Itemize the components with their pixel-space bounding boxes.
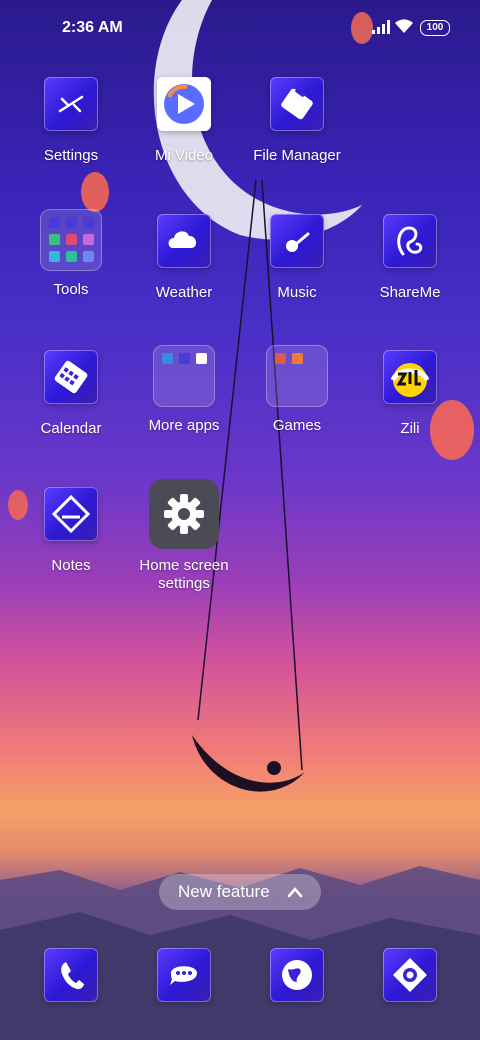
label-weather: Weather	[155, 284, 213, 301]
app-file-manager[interactable]: File Manager	[237, 77, 357, 165]
calendar-icon	[44, 350, 98, 404]
label-calendar: Calendar	[40, 420, 102, 437]
settings-icon	[44, 77, 98, 131]
battery-icon: 100	[420, 20, 450, 36]
phone-icon	[44, 948, 98, 1002]
app-mi-video[interactable]: Mi Video	[124, 77, 244, 165]
label-home-screen-settings: Home screen settings	[139, 557, 229, 592]
dock-messages[interactable]	[124, 948, 244, 1002]
wifi-icon	[395, 19, 413, 33]
dock-camera[interactable]	[350, 948, 470, 1002]
app-zili[interactable]: Zili	[350, 350, 470, 438]
browser-icon	[270, 948, 324, 1002]
app-music[interactable]: Music	[237, 214, 357, 302]
label-settings: Settings	[43, 147, 99, 164]
app-home-screen-settings[interactable]: Home screen settings	[124, 479, 244, 593]
music-icon	[270, 214, 324, 268]
app-calendar[interactable]: Calendar	[11, 350, 131, 438]
new-feature-button[interactable]: New feature	[159, 874, 321, 910]
dock-browser[interactable]	[237, 948, 357, 1002]
label-more-apps: More apps	[148, 417, 220, 434]
folder-more-apps[interactable]: More apps	[124, 345, 244, 435]
battery-level: 100	[426, 22, 444, 33]
camera-icon	[383, 948, 437, 1002]
gear-icon	[149, 479, 219, 549]
weather-icon	[157, 214, 211, 268]
dock-phone[interactable]	[11, 948, 131, 1002]
label-music: Music	[277, 284, 317, 301]
more-apps-folder-icon	[153, 345, 215, 407]
status-time: 2:36 AM	[62, 19, 123, 36]
signal-icon	[372, 20, 390, 34]
label-mi-video: Mi Video	[154, 147, 214, 164]
messages-icon	[157, 948, 211, 1002]
app-shareme[interactable]: ShareMe	[350, 214, 470, 302]
label-file-manager: File Manager	[253, 147, 341, 164]
app-notes[interactable]: Notes	[11, 487, 131, 575]
app-weather[interactable]: Weather	[124, 214, 244, 302]
games-folder-icon	[266, 345, 328, 407]
notes-icon	[44, 487, 98, 541]
mi-video-icon	[157, 77, 211, 131]
label-zili: Zili	[400, 420, 420, 437]
tools-folder-icon	[40, 209, 102, 271]
label-tools: Tools	[53, 281, 89, 298]
app-settings[interactable]: Settings	[11, 77, 131, 165]
new-feature-label: New feature	[178, 882, 270, 901]
folder-games[interactable]: Games	[237, 345, 357, 435]
label-shareme: ShareMe	[379, 284, 441, 301]
folder-icon	[270, 77, 324, 131]
folder-tools[interactable]: Tools	[11, 209, 131, 299]
label-games: Games	[272, 417, 322, 434]
zili-icon	[383, 350, 437, 404]
shareme-icon	[383, 214, 437, 268]
chevron-up-icon	[287, 887, 303, 898]
status-bar: 2:36 AM 100	[0, 0, 480, 56]
label-notes: Notes	[51, 557, 91, 574]
